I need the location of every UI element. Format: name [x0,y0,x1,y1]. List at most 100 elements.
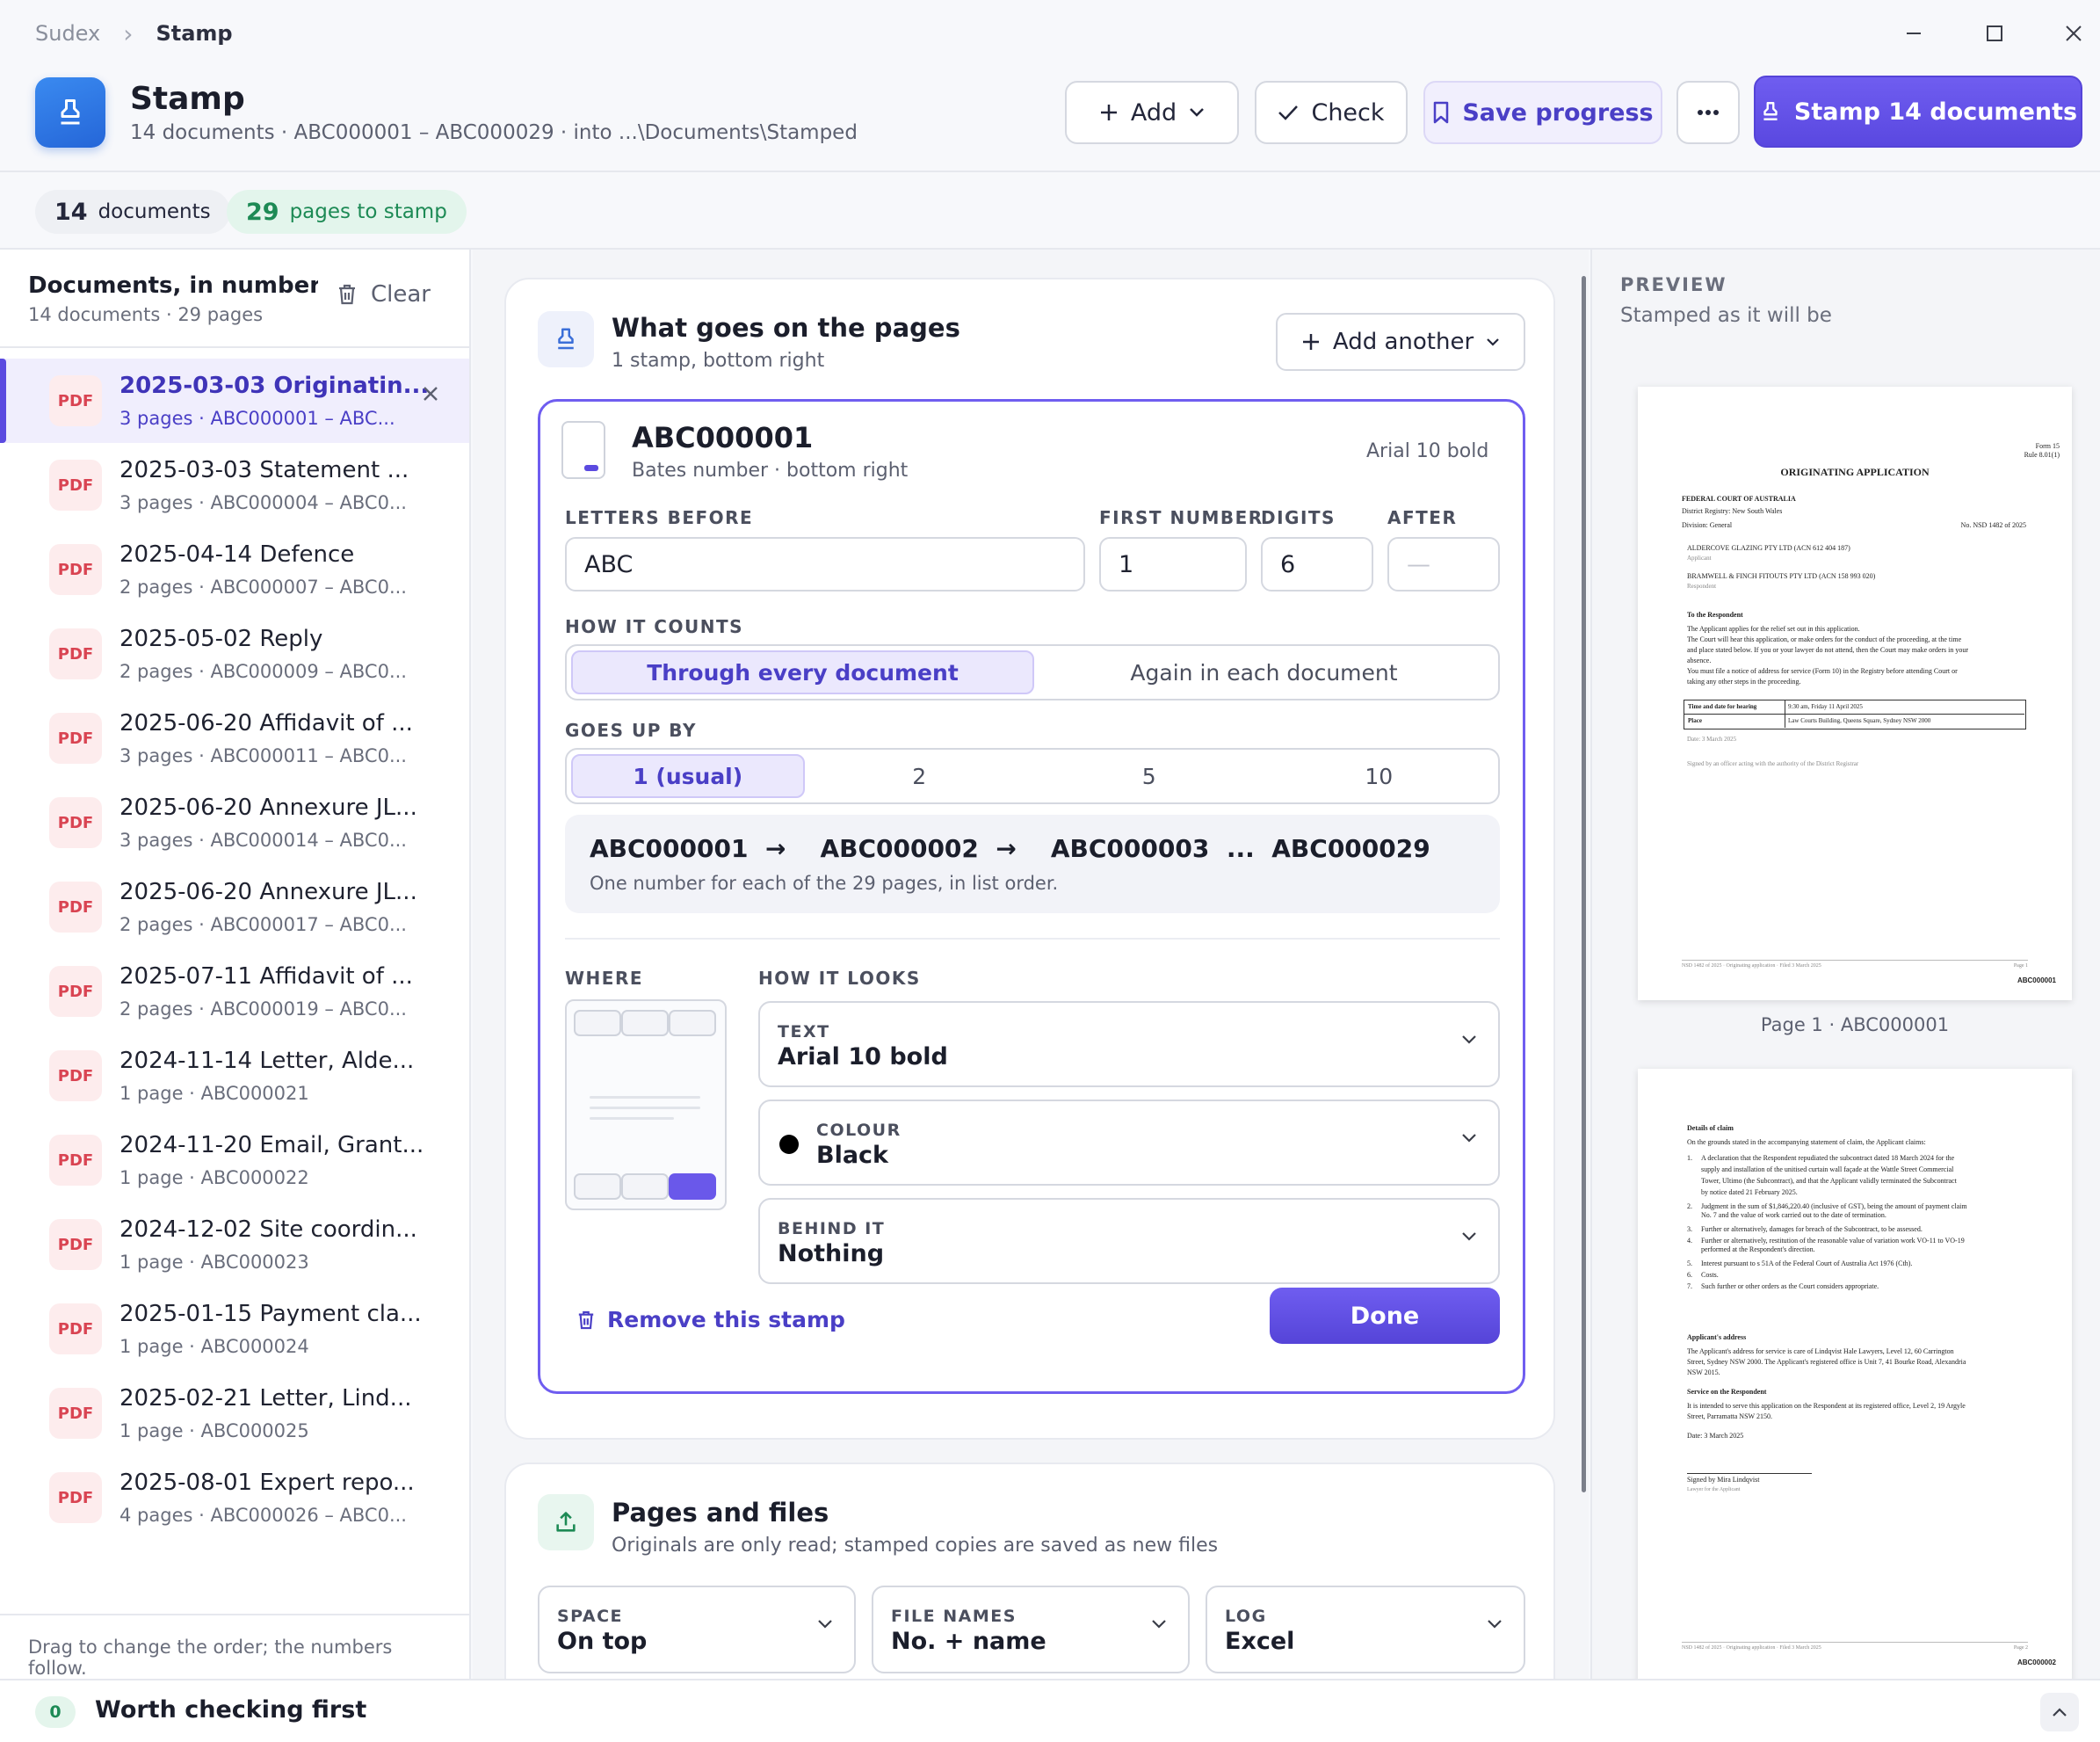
background-label: BEHIND IT [778,1219,886,1238]
trash-icon [339,284,355,305]
chevron-down-icon [1488,1620,1502,1629]
close-icon[interactable] [422,385,439,403]
bookmark-icon [1434,101,1449,124]
text-style-value: Arial 10 bold [778,1043,948,1071]
stamp-app-icon [35,77,105,148]
list-item[interactable]: PDF 2024-12-02 Site coordin... 1 page · AB… [0,1202,469,1287]
colour-swatch [779,1135,799,1154]
list-item[interactable]: PDF 2025-08-01 Expert repo... 4 pages · AB… [0,1455,469,1540]
list-item[interactable]: PDF 2025-06-20 Affidavit of ... 3 pages · … [0,696,469,780]
add-another-button[interactable]: Add another [1276,313,1525,371]
pdf-icon: PDF [49,1472,102,1523]
list-item[interactable]: PDF 2025-03-03 Originatin... 3 pages · ABC… [0,359,469,443]
clear-button[interactable]: Clear [337,281,431,308]
first-number-input[interactable]: 1 [1099,537,1247,592]
list-item[interactable]: PDF 2024-11-14 Letter, Alde... 1 page · AB… [0,1034,469,1118]
preview-page-2[interactable]: Details of claim On the grounds stated i… [1638,1069,2072,1679]
position-top-center[interactable] [621,1010,669,1036]
add-button[interactable]: Add [1065,81,1239,144]
preview-subtitle: Stamped as it will be [1620,304,1832,327]
checkmark-icon [1278,105,1299,120]
counting-mode-toggle: Through every document Again in each doc… [565,644,1500,700]
scrollbar[interactable] [1582,276,1586,1492]
step-option-10[interactable]: 10 [1264,754,1495,798]
list-item[interactable]: PDF 2025-07-11 Affidavit of ... 2 pages · … [0,949,469,1034]
file-names-dropdown[interactable]: FILE NAMES No. + name [872,1586,1190,1673]
export-icon [538,1494,594,1550]
page-subtitle: 14 documents · ABC000001 – ABC000029 · i… [130,121,858,144]
title-bar: Sudex › Stamp [0,0,2100,67]
preview-page-1[interactable]: Form 15 Rule 8.01(1) ORIGINATING APPLICA… [1638,387,2072,1000]
after-input[interactable]: — [1387,537,1500,592]
chevron-down-icon [1462,1134,1476,1143]
document-name: 2025-05-02 Reply [119,626,323,652]
letters-before-input[interactable]: ABC [565,537,1085,592]
document-meta: 1 page · ABC000021 [119,1083,309,1104]
list-item[interactable]: PDF 2025-03-03 Statement ... 3 pages · ABC… [0,443,469,527]
log-dropdown[interactable]: LOG Excel [1206,1586,1525,1673]
document-meta: 2 pages · ABC000019 – ABC0... [119,998,407,1020]
count-again-each-document[interactable]: Again in each document [1034,650,1494,694]
colour-dropdown[interactable]: COLOUR Black [758,1100,1500,1186]
list-item[interactable]: PDF 2025-05-02 Reply 2 pages · ABC000009 –… [0,612,469,696]
digits-input[interactable]: 6 [1261,537,1373,592]
list-item[interactable]: PDF 2025-06-20 Annexure JL... 3 pages · AB… [0,780,469,865]
document-meta: 1 page · ABC000022 [119,1167,309,1188]
expand-checks-button[interactable] [2040,1693,2079,1731]
file-names-label: FILE NAMES [891,1607,1017,1626]
document-meta: 1 page · ABC000023 [119,1252,309,1273]
position-top-left[interactable] [574,1010,621,1036]
stamp-documents-label: Stamp 14 documents [1793,98,2078,126]
check-button-label: Check [1311,98,1385,127]
maximize-button[interactable] [1968,12,2021,54]
check-button[interactable]: Check [1255,81,1408,144]
list-item[interactable]: PDF 2025-04-14 Defence 2 pages · ABC000007… [0,527,469,612]
pdf-icon: PDF [49,460,102,511]
step-label: GOES UP BY [565,720,697,741]
list-item[interactable]: PDF 2025-02-21 Letter, Lind... 1 page · AB… [0,1371,469,1455]
list-item[interactable]: PDF 2025-01-15 Payment cla... 1 page · ABC… [0,1287,469,1371]
text-style-dropdown[interactable]: TEXT Arial 10 bold [758,1001,1500,1087]
position-bottom-center[interactable] [621,1173,669,1200]
document-meta: 2 pages · ABC000009 – ABC0... [119,661,407,682]
position-top-right[interactable] [669,1010,716,1036]
done-button[interactable]: Done [1270,1288,1500,1344]
sequence-note: One number for each of the 29 pages, in … [590,873,1059,894]
space-dropdown[interactable]: SPACE On top [538,1586,856,1673]
background-dropdown[interactable]: BEHIND IT Nothing [758,1198,1500,1284]
pdf-icon: PDF [49,797,102,848]
close-window-button[interactable] [2047,12,2100,54]
breadcrumb-root[interactable]: Sudex [35,21,100,46]
background-value: Nothing [778,1240,885,1267]
step-option-1[interactable]: 1 (usual) [571,754,805,798]
breadcrumb-current: Stamp [156,21,233,46]
step-option-5[interactable]: 5 [1034,754,1264,798]
document-name: 2025-04-14 Defence [119,541,355,568]
more-options-button[interactable] [1676,81,1740,144]
list-item[interactable]: PDF 2025-06-20 Annexure JL... 2 pages · AB… [0,865,469,949]
pdf-icon: PDF [49,628,102,679]
stamps-card-title: What goes on the pages [612,313,960,343]
minimize-button[interactable] [1887,12,1940,54]
document-name: 2025-02-21 Letter, Lind... [119,1385,412,1412]
document-meta: 3 pages · ABC000004 – ABC0... [119,492,407,513]
pdf-icon: PDF [49,1219,102,1270]
trash-icon [578,1310,594,1329]
position-bottom-right[interactable] [669,1173,716,1200]
step-option-2[interactable]: 2 [805,754,1035,798]
colour-value: Black [816,1142,889,1169]
space-value: On top [557,1628,648,1655]
stamp-documents-button[interactable]: Stamp 14 documents [1754,76,2082,148]
sidebar-title: Documents, in number or [28,272,318,299]
count-through-every-document[interactable]: Through every document [571,650,1034,694]
list-item[interactable]: PDF 2024-11-20 Email, Grant... 1 page · AB… [0,1118,469,1202]
letters-before-label: LETTERS BEFORE [565,507,754,528]
pdf-icon: PDF [49,882,102,933]
position-bottom-left[interactable] [574,1173,621,1200]
documents-count: 14 [54,198,88,226]
files-card: Pages and files Originals are only read;… [504,1463,1555,1679]
clear-label: Clear [371,281,431,308]
remove-stamp-button[interactable]: Remove this stamp [577,1307,845,1332]
minimize-icon [1907,33,1921,34]
save-progress-button[interactable]: Save progress [1423,81,1662,144]
